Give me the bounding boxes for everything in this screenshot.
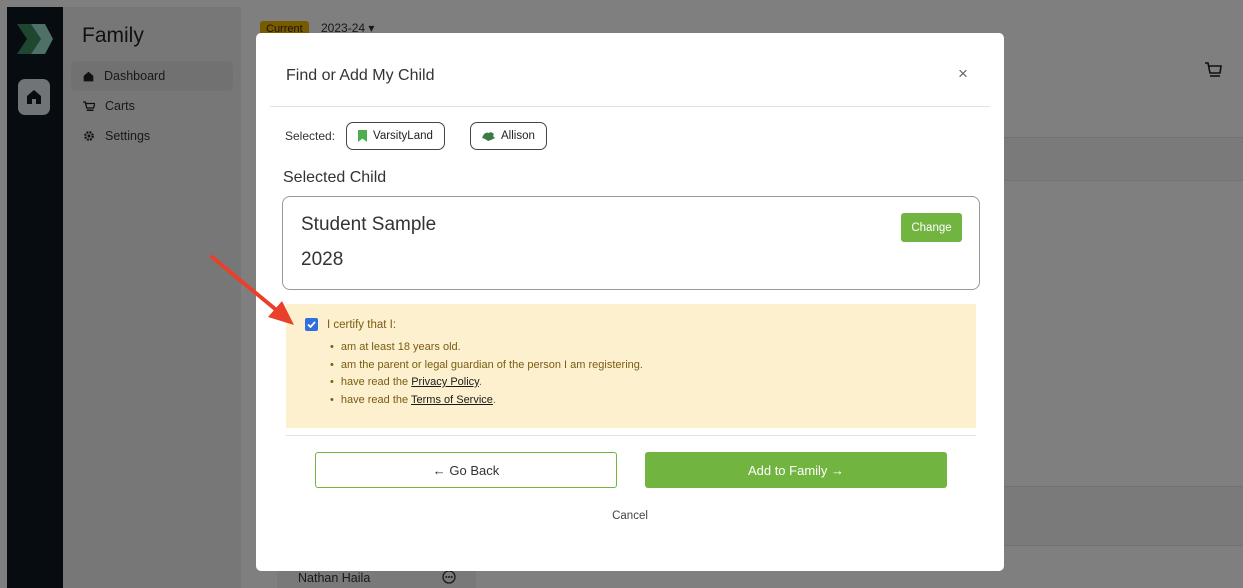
child-grad-year: 2028 [301,249,344,270]
list-item: have read the Privacy Policy. [330,376,643,394]
organization-chip[interactable]: VarsityLand [346,122,445,150]
list-item: am the parent or legal guardian of the p… [330,359,643,377]
bookmark-icon [358,130,367,142]
selected-child-card: Student Sample 2028 Change [282,196,980,290]
annotation-arrow-icon [210,255,294,325]
divider [286,435,976,436]
terms-of-service-link[interactable]: Terms of Service [411,394,493,406]
certification-panel: I certify that I: am at least 18 years o… [286,304,976,428]
map-region-icon [482,131,495,141]
go-back-button[interactable]: ← Go Back [315,452,617,488]
add-to-family-button[interactable]: Add to Family → [645,452,947,488]
selected-child-title: Selected Child [283,169,387,186]
certify-heading: I certify that I: [327,319,397,331]
region-chip[interactable]: Allison [470,122,547,150]
cancel-link[interactable]: Cancel [256,510,1004,522]
chip-label: Allison [501,130,535,142]
find-add-child-modal: Find or Add My Child × Selected: Varsity… [256,33,1004,571]
selected-label: Selected: [285,129,336,143]
divider [270,106,990,107]
checkmark-icon [307,321,316,329]
certify-list: am at least 18 years old. am the parent … [330,341,643,411]
list-item: am at least 18 years old. [330,341,643,359]
list-item: have read the Terms of Service. [330,394,643,412]
certify-checkbox[interactable] [305,318,318,331]
chip-label: VarsityLand [373,130,433,142]
privacy-policy-link[interactable]: Privacy Policy [411,376,479,388]
close-button[interactable]: × [958,64,968,84]
change-child-button[interactable]: Change [901,213,962,242]
child-name: Student Sample [301,214,437,235]
modal-title: Find or Add My Child [286,67,435,84]
